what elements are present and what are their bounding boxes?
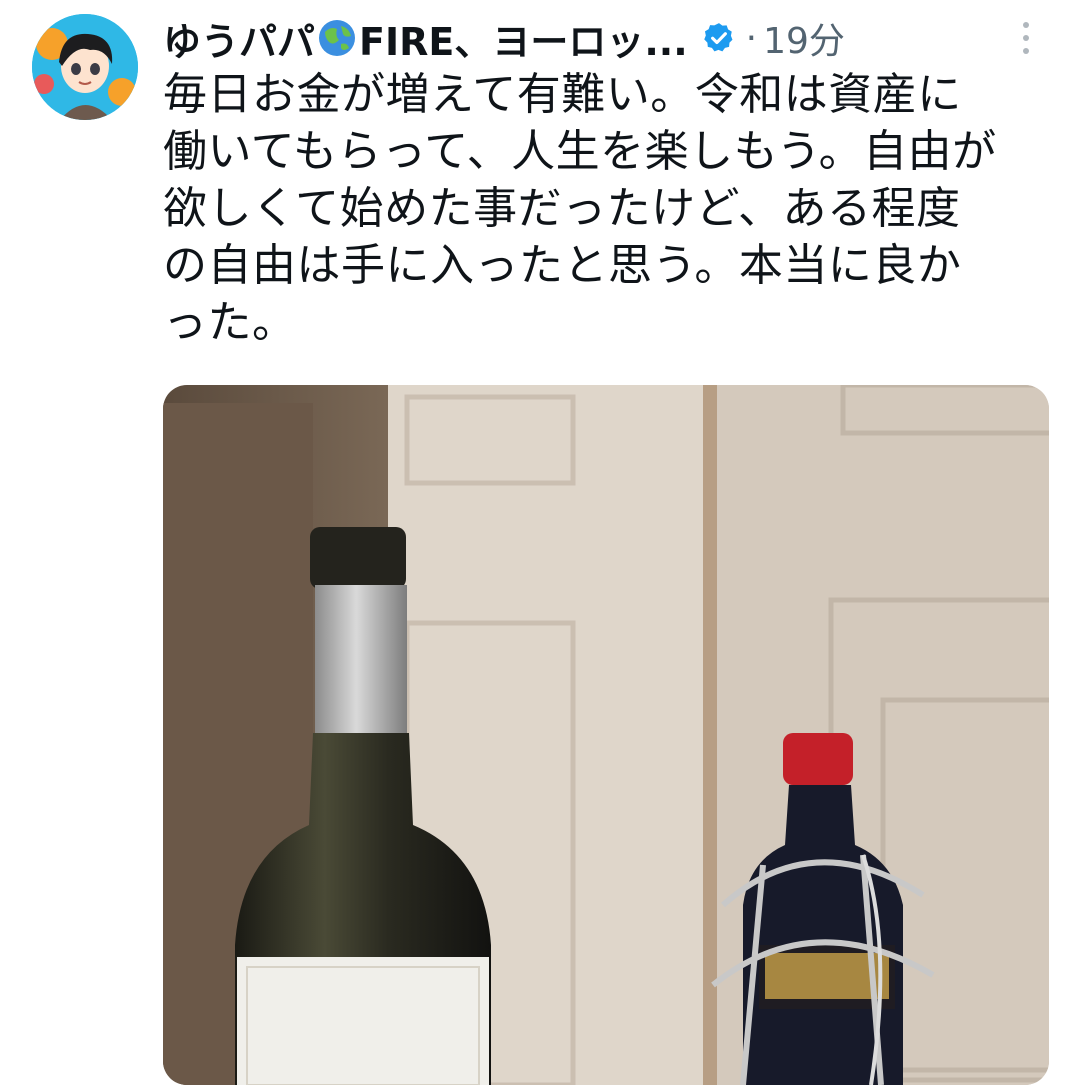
tweet-header: ゆうパパ FIRE、ヨーロッ... · 19分 [163,8,845,68]
display-name-prefix[interactable]: ゆうパパ [163,11,315,66]
tweet[interactable]: ゆうパパ FIRE、ヨーロッ... · 19分 毎日お金が増えて有難い。令和は資… [0,0,1080,1085]
tweet-text-line: 毎日お金が増えて有難い。令和は資産に [163,69,962,120]
avatar-illustration [32,14,138,120]
globe-emoji-icon [317,18,357,58]
separator-dot: · [745,17,758,59]
avatar[interactable] [32,14,138,120]
tweet-text-line: の自由は手に入ったと思う。本当に良か [163,240,962,291]
tweet-text: 毎日お金が増えて有難い。令和は資産に 働いてもらって、人生を楽しもう。自由が 欲… [163,66,1043,351]
tweet-text-line: 働いてもらって、人生を楽しもう。自由が [163,126,997,177]
tweet-photo[interactable] [163,385,1049,1085]
timestamp[interactable]: 19分 [763,12,845,64]
display-name-suffix[interactable]: FIRE、ヨーロッ... [359,11,688,66]
tweet-text-line: 欲しくて始めた事だったけど、ある程度 [163,183,961,234]
more-options-icon[interactable] [1014,22,1038,56]
tweet-text-line: った。 [163,297,297,348]
verified-badge-icon [703,23,733,52]
wine-bottles-photo [163,385,1049,1085]
